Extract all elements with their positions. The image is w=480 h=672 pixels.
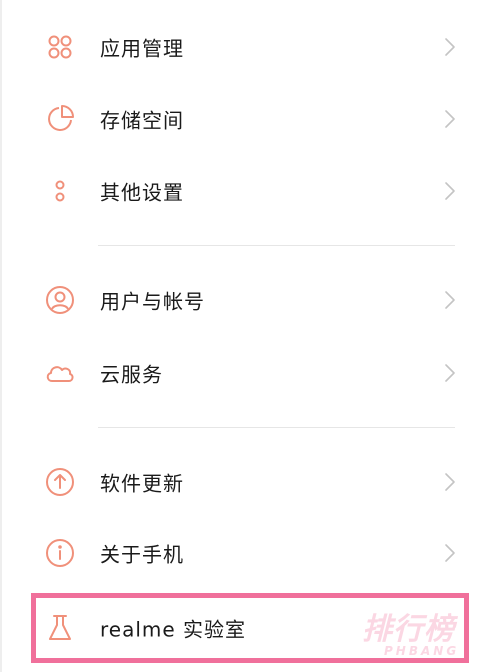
storage-pie-icon [44,103,76,135]
settings-item-label: 软件更新 [100,471,184,496]
settings-item-other-settings[interactable]: 其他设置 [0,161,480,221]
settings-item-label: 应用管理 [100,36,184,61]
settings-item-realme-lab[interactable]: realme 实验室 [0,598,480,658]
chevron-right-icon [440,107,460,131]
user-account-icon [44,284,76,316]
settings-item-label: realme 实验室 [100,617,247,642]
settings-item-about-phone[interactable]: 关于手机 [0,523,480,583]
update-arrow-icon [44,466,76,498]
section-divider [98,427,455,428]
settings-item-app-management[interactable]: 应用管理 [0,17,480,77]
apps-grid-icon [44,31,76,63]
settings-item-label: 其他设置 [100,180,184,205]
more-settings-icon [44,175,76,207]
settings-item-storage[interactable]: 存储空间 [0,89,480,149]
settings-screen: 应用管理 存储空间 其他设置 用户与帐号 云服务 软件更新 关于手机 realm… [0,0,480,672]
chevron-right-icon [440,35,460,59]
info-icon [44,537,76,569]
chevron-right-icon [440,470,460,494]
settings-item-label: 关于手机 [100,542,184,567]
settings-item-label: 云服务 [100,362,163,387]
settings-item-label: 用户与帐号 [100,289,205,314]
chevron-right-icon [440,288,460,312]
section-divider [98,245,455,246]
settings-item-user-account[interactable]: 用户与帐号 [0,270,480,330]
lab-flask-icon [44,612,76,644]
settings-item-label: 存储空间 [100,108,184,133]
chevron-right-icon [440,179,460,203]
chevron-right-icon [440,541,460,565]
settings-item-software-update[interactable]: 软件更新 [0,452,480,512]
settings-item-cloud-service[interactable]: 云服务 [0,343,480,403]
chevron-right-icon [440,361,460,385]
cloud-icon [44,357,76,389]
